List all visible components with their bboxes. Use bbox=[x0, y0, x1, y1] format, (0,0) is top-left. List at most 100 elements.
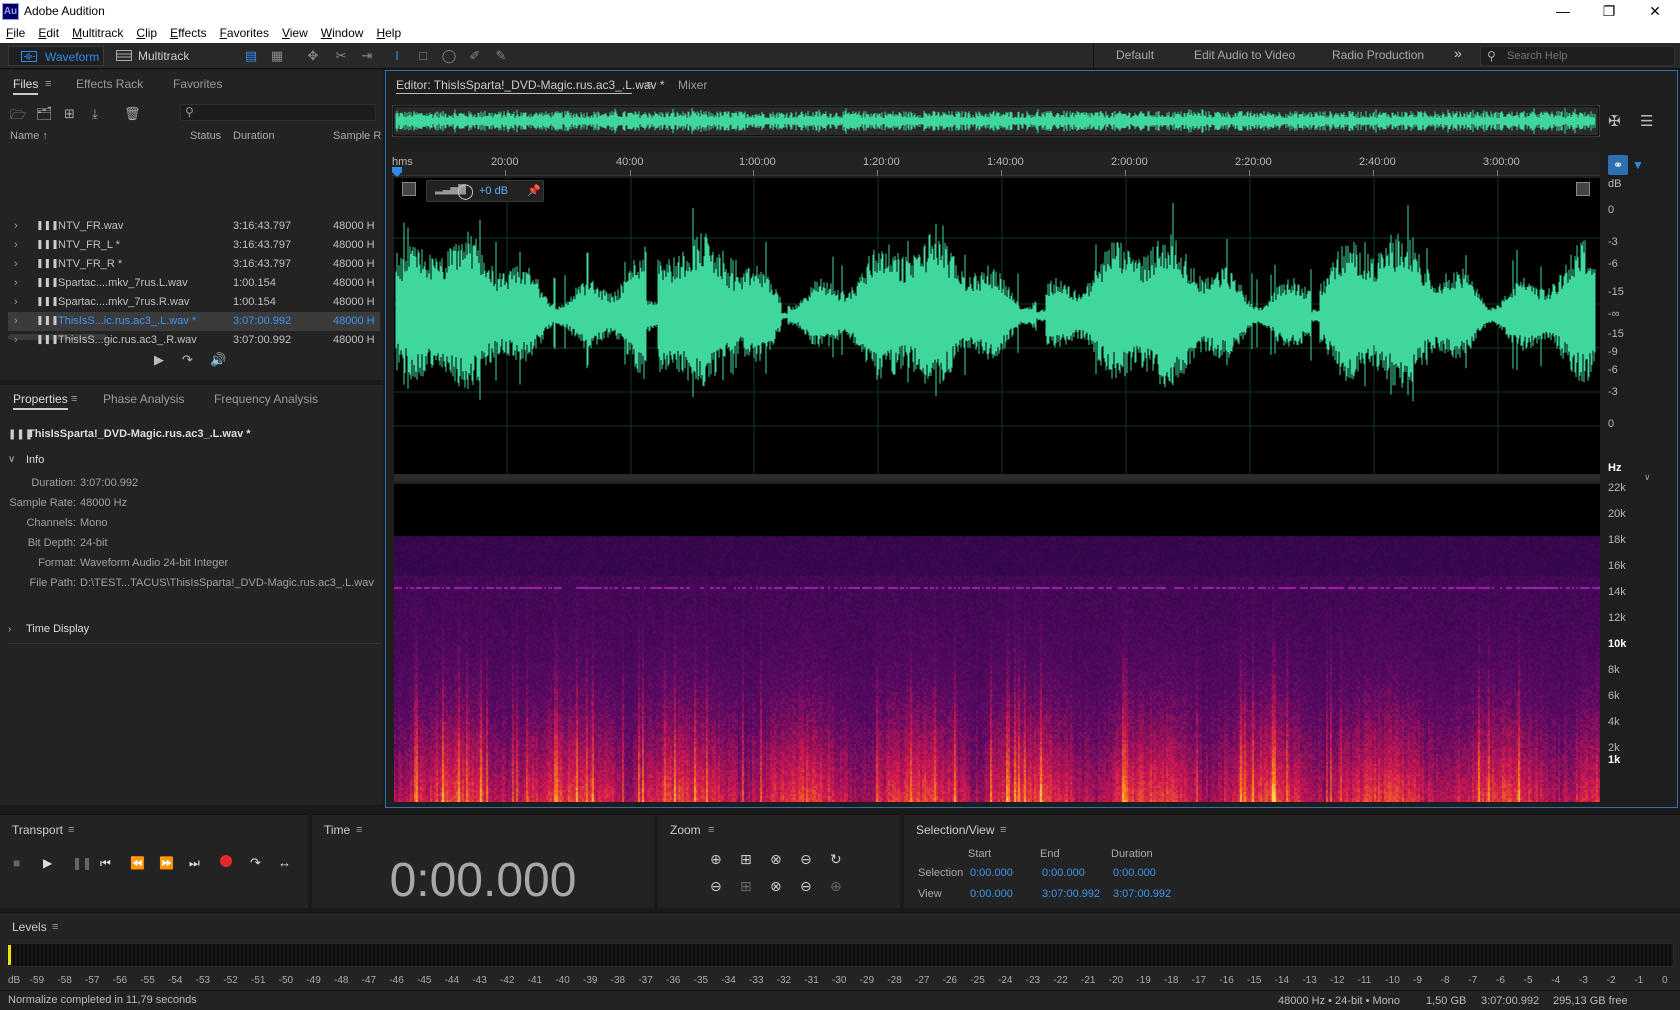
skip-selection-icon[interactable]: ↔ bbox=[278, 855, 291, 870]
close-icon[interactable]: ✕ bbox=[1632, 0, 1678, 23]
view-duration[interactable]: 3:07:00.992 bbox=[1113, 888, 1171, 900]
fast-forward-icon[interactable]: ⏩ bbox=[159, 856, 174, 870]
search-help-input[interactable] bbox=[1507, 48, 1667, 64]
panel-options-icon[interactable]: ☰ bbox=[1640, 112, 1653, 130]
new-file-icon[interactable]: ⊞ bbox=[64, 106, 75, 122]
workspace-edit-audio-to-video[interactable]: Edit Audio to Video bbox=[1194, 48, 1295, 62]
workspace-radio-production[interactable]: Radio Production bbox=[1332, 48, 1424, 62]
skip-to-end-icon[interactable]: ⏭ bbox=[189, 856, 200, 871]
autoplay-icon[interactable]: 🔊 bbox=[210, 352, 226, 368]
menu-favorites[interactable]: Favorites bbox=[220, 26, 269, 40]
maximize-icon[interactable]: ❐ bbox=[1586, 0, 1632, 23]
snap-headphones-icon[interactable]: ⚭ bbox=[1608, 155, 1628, 175]
chevron-right-icon[interactable]: › bbox=[14, 315, 18, 327]
current-time-display[interactable]: 0:00.000 bbox=[312, 853, 654, 908]
spot-healing-icon[interactable]: ✎ bbox=[490, 46, 512, 66]
minimize-icon[interactable]: — bbox=[1540, 0, 1586, 23]
zoom-in-amplitude-icon[interactable]: ⊕ bbox=[710, 851, 722, 868]
zoom-out-amplitude-icon[interactable]: ⊖ bbox=[710, 878, 722, 895]
import-file-icon[interactable]: 🗂 bbox=[36, 106, 53, 122]
tab-favorites[interactable]: Favorites bbox=[173, 77, 222, 91]
tab-properties[interactable]: Properties bbox=[13, 392, 68, 410]
insert-icon[interactable]: ⤓ bbox=[92, 106, 98, 122]
razor-tool-icon[interactable]: ✂ bbox=[330, 46, 352, 66]
column-duration[interactable]: Duration bbox=[233, 130, 275, 146]
open-file-icon[interactable]: 🗁 bbox=[10, 106, 26, 128]
file-row[interactable]: › ❚❚❚ NTV_FR.wav 3:16:43.797 48000 H bbox=[8, 217, 380, 236]
chevron-down-icon[interactable]: ∨ bbox=[1644, 472, 1651, 483]
file-row[interactable]: › ❚❚❚ ThisIsS...ic.rus.ac3_.L.wav * 3:07:00… bbox=[8, 312, 380, 331]
delete-icon[interactable]: 🗑 bbox=[124, 106, 141, 122]
tab-phase-analysis[interactable]: Phase Analysis bbox=[103, 392, 184, 406]
zoom-navigator-icon[interactable]: ✠ bbox=[1608, 112, 1621, 130]
menu-effects[interactable]: Effects bbox=[170, 26, 206, 40]
view-end[interactable]: 3:07:00.992 bbox=[1042, 888, 1100, 900]
spectral-display-icon[interactable]: ▦ bbox=[266, 46, 288, 66]
menu-multitrack[interactable]: Multitrack bbox=[72, 26, 123, 40]
tab-files[interactable]: Files bbox=[13, 77, 39, 95]
marker-icon[interactable]: ▼ bbox=[1628, 155, 1648, 175]
menu-help[interactable]: Help bbox=[376, 26, 401, 40]
chevron-right-icon[interactable]: › bbox=[14, 296, 18, 308]
chevron-right-icon[interactable]: › bbox=[8, 624, 11, 635]
panel-menu-icon[interactable]: ≡ bbox=[1000, 824, 1006, 836]
chevron-right-icon[interactable]: › bbox=[14, 277, 18, 289]
file-row[interactable]: › ❚❚❚ Spartac....mkv_7rus.R.wav 1:00.154 480… bbox=[8, 293, 380, 312]
chevron-right-icon[interactable]: › bbox=[14, 220, 18, 232]
zoom-in-point-icon[interactable]: ⊗ bbox=[770, 878, 782, 895]
tab-editor[interactable]: Editor: ThisIsSparta!_DVD-Magic.rus.ac3_… bbox=[396, 78, 665, 92]
panel-menu-icon[interactable]: ≡ bbox=[68, 824, 74, 836]
panel-menu-icon[interactable]: ≡ bbox=[52, 921, 58, 933]
loop-icon[interactable]: ↷ bbox=[182, 352, 193, 368]
fade-out-handle[interactable] bbox=[1576, 182, 1590, 196]
overview-waveform[interactable] bbox=[392, 105, 1600, 137]
panel-menu-icon[interactable]: ≡ bbox=[45, 78, 51, 90]
more-workspaces-icon[interactable]: » bbox=[1454, 45, 1462, 61]
column-name[interactable]: Name ↑ bbox=[10, 130, 48, 146]
zoom-selection-icon[interactable]: ⊞ bbox=[740, 878, 752, 895]
spectral-display[interactable] bbox=[394, 484, 1600, 802]
pin-icon[interactable]: 📌 bbox=[527, 184, 541, 197]
record-icon[interactable] bbox=[220, 855, 232, 867]
tab-frequency-analysis[interactable]: Frequency Analysis bbox=[214, 392, 318, 406]
view-start[interactable]: 0:00.000 bbox=[970, 888, 1013, 900]
play-icon[interactable]: ▶ bbox=[154, 352, 164, 368]
zoom-to-fit-icon[interactable]: ⊕ bbox=[830, 878, 842, 895]
play-icon[interactable]: ▶ bbox=[43, 856, 52, 870]
tab-mixer[interactable]: Mixer bbox=[678, 78, 707, 92]
menu-view[interactable]: View bbox=[282, 26, 308, 40]
file-row[interactable]: › ❚❚❚ ThisIsS...gic.rus.ac3_.R.wav 3:07:00.… bbox=[8, 331, 380, 350]
waveform-area[interactable]: ▂▃▅▇ ◯ +0 dB 📌 bbox=[394, 178, 1600, 474]
view-splitter[interactable] bbox=[394, 474, 1600, 482]
fade-in-handle[interactable] bbox=[402, 182, 416, 196]
workspace-default[interactable]: Default bbox=[1116, 48, 1154, 62]
tab-effects-rack[interactable]: Effects Rack bbox=[76, 77, 143, 91]
column-status[interactable]: Status bbox=[190, 130, 221, 146]
slip-tool-icon[interactable]: ⇥ bbox=[356, 46, 378, 66]
spectral-waveform-icon[interactable]: ▤ bbox=[240, 46, 262, 66]
selection-duration[interactable]: 0:00.000 bbox=[1113, 867, 1156, 879]
pause-icon[interactable]: ❚❚ bbox=[72, 856, 92, 870]
move-tool-icon[interactable]: ✥ bbox=[302, 46, 324, 66]
menu-window[interactable]: Window bbox=[321, 26, 364, 40]
file-row[interactable]: › ❚❚❚ NTV_FR_R * 3:16:43.797 48000 H bbox=[8, 255, 380, 274]
chevron-down-icon[interactable]: ∨ bbox=[8, 454, 15, 465]
marquee-tool-icon[interactable]: □ bbox=[412, 46, 434, 66]
time-display-section-label[interactable]: Time Display bbox=[26, 623, 89, 635]
gain-knob-icon[interactable]: ◯ bbox=[457, 182, 474, 200]
waveform-view-button[interactable]: Waveform bbox=[8, 46, 104, 66]
chevron-right-icon[interactable]: › bbox=[14, 239, 18, 251]
skip-to-start-icon[interactable]: ⏮ bbox=[100, 856, 111, 871]
file-row[interactable]: › ❚❚❚ Spartac....mkv_7rus.L.wav 1:00.154 480… bbox=[8, 274, 380, 293]
panel-menu-icon[interactable]: ≡ bbox=[708, 824, 714, 836]
playhead-marker[interactable] bbox=[392, 166, 402, 177]
chevron-right-icon[interactable]: › bbox=[14, 258, 18, 270]
selection-start[interactable]: 0:00.000 bbox=[970, 867, 1013, 879]
zoom-out-full-icon[interactable]: ⊞ bbox=[740, 851, 752, 868]
selection-end[interactable]: 0:00.000 bbox=[1042, 867, 1085, 879]
panel-menu-icon[interactable]: ≡ bbox=[646, 79, 652, 91]
multitrack-view-button[interactable]: Multitrack bbox=[112, 46, 204, 66]
gain-value[interactable]: +0 dB bbox=[479, 185, 508, 197]
search-help-box[interactable]: ⚲ bbox=[1480, 46, 1675, 66]
zoom-reset-icon[interactable]: ↻ bbox=[830, 851, 842, 868]
